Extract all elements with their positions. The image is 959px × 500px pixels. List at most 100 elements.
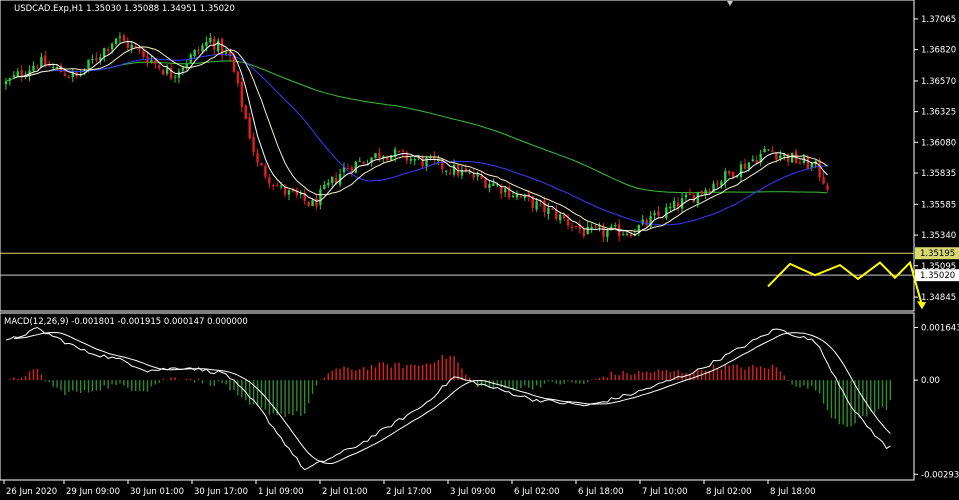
candle-body	[543, 200, 546, 213]
trading-chart[interactable]: USDCAD.Exp,H1 1.35030 1.35088 1.34951 1.…	[0, 0, 959, 500]
candle-body	[421, 156, 424, 167]
candle-body	[598, 226, 601, 228]
candle-body	[8, 78, 12, 81]
candle-body	[264, 166, 267, 177]
candle-body	[645, 219, 648, 226]
candle-body	[20, 70, 23, 77]
candle-body	[716, 183, 719, 185]
time-axis: 26 Jun 2020 29 Jun 09:00 30 Jun 01:00 30 Ju…	[3, 480, 816, 497]
candle-body	[657, 211, 660, 216]
price-tick-label: 1.36820	[921, 46, 956, 56]
candle-body	[354, 161, 358, 173]
candle-body	[185, 63, 188, 68]
macd-panel: MACD(12,26,9) -0.001801 -0.001915 0.0001…	[0, 312, 915, 481]
candle-body	[374, 153, 377, 158]
candle-body	[240, 81, 244, 107]
candle-body	[244, 105, 247, 119]
candle-body	[452, 164, 456, 175]
candle-body	[511, 196, 515, 198]
candle-body	[161, 69, 165, 75]
candle-body	[775, 153, 778, 160]
candle-body	[16, 71, 19, 77]
candle-body	[130, 44, 133, 49]
candle-body	[558, 214, 562, 221]
time-tick-label: 6 Jul 18:00	[578, 487, 624, 497]
candle-body	[12, 75, 16, 78]
candle-body	[205, 41, 208, 47]
macd-main-line	[5, 326, 891, 471]
price-tick-label: 1.35835	[921, 169, 956, 179]
candle-body	[248, 117, 251, 139]
candle-body	[40, 57, 43, 67]
candle-body	[688, 193, 692, 196]
candle-body	[547, 207, 550, 214]
macd-tick-label: 0.001643	[921, 323, 959, 333]
price-tick-label: 1.36080	[921, 138, 956, 148]
candle-body	[181, 67, 185, 71]
candle-body	[275, 185, 279, 187]
candle-body	[122, 35, 126, 41]
candle-body	[287, 189, 291, 195]
candle-body	[110, 43, 114, 50]
candle-body	[413, 159, 416, 161]
candle-body	[468, 172, 471, 174]
candle-body	[779, 155, 782, 159]
candle-body	[653, 213, 656, 216]
candle-body	[283, 187, 287, 195]
candle-body	[747, 162, 751, 169]
price-label-text: 1.35195	[920, 249, 955, 259]
candle-body	[150, 60, 153, 62]
candle-body	[818, 160, 821, 178]
candle-body	[358, 160, 361, 162]
candle-body	[217, 40, 220, 52]
candle-body	[103, 48, 106, 57]
candle-body	[771, 150, 774, 152]
candle-body	[91, 59, 94, 61]
price-tick-label: 1.35340	[921, 231, 956, 241]
candle-body	[570, 226, 574, 228]
macd-lines-group	[5, 326, 891, 471]
ma-long-line	[5, 60, 828, 194]
candle-body	[590, 227, 593, 229]
candle-body	[260, 163, 263, 166]
macd-panel-frame	[0, 312, 915, 481]
candle-body	[32, 65, 35, 71]
ma-lines-group	[13, 40, 828, 236]
candle-body	[51, 66, 55, 68]
small-triangle-icon	[727, 1, 733, 6]
candle-body	[106, 49, 110, 51]
time-tick-label: 1 Jul 09:00	[258, 487, 304, 497]
candle-body	[602, 227, 605, 237]
candle-body	[55, 66, 59, 68]
forecast-arrow-group	[767, 260, 926, 310]
candle-body	[472, 174, 475, 178]
candle-body	[158, 65, 161, 69]
candle-body	[476, 174, 479, 177]
candle-body	[165, 68, 169, 74]
candle-body	[201, 45, 204, 52]
candle-body	[142, 50, 145, 57]
macd-signal-line	[13, 331, 891, 465]
candle-body	[445, 170, 448, 172]
candle-body	[480, 175, 483, 179]
candle-body	[492, 183, 495, 186]
price-tick-label: 1.35585	[921, 200, 956, 210]
time-tick-label: 2 Jul 01:00	[322, 487, 368, 497]
candle-body	[614, 224, 617, 226]
candle-body	[401, 150, 405, 152]
candle-body	[311, 200, 314, 207]
candle-body	[209, 38, 212, 43]
candle-body	[767, 149, 770, 151]
candle-body	[519, 195, 523, 197]
candle-body	[213, 38, 216, 50]
candle-body	[566, 219, 570, 226]
candle-body	[700, 191, 703, 194]
price-tick-label: 1.37065	[921, 15, 956, 25]
candle-body	[36, 66, 39, 68]
candle-body	[378, 152, 381, 159]
candle-body	[555, 209, 558, 220]
candle-body	[252, 136, 255, 153]
candle-body	[672, 200, 676, 209]
candle-body	[625, 233, 629, 235]
candle-body	[397, 150, 401, 152]
